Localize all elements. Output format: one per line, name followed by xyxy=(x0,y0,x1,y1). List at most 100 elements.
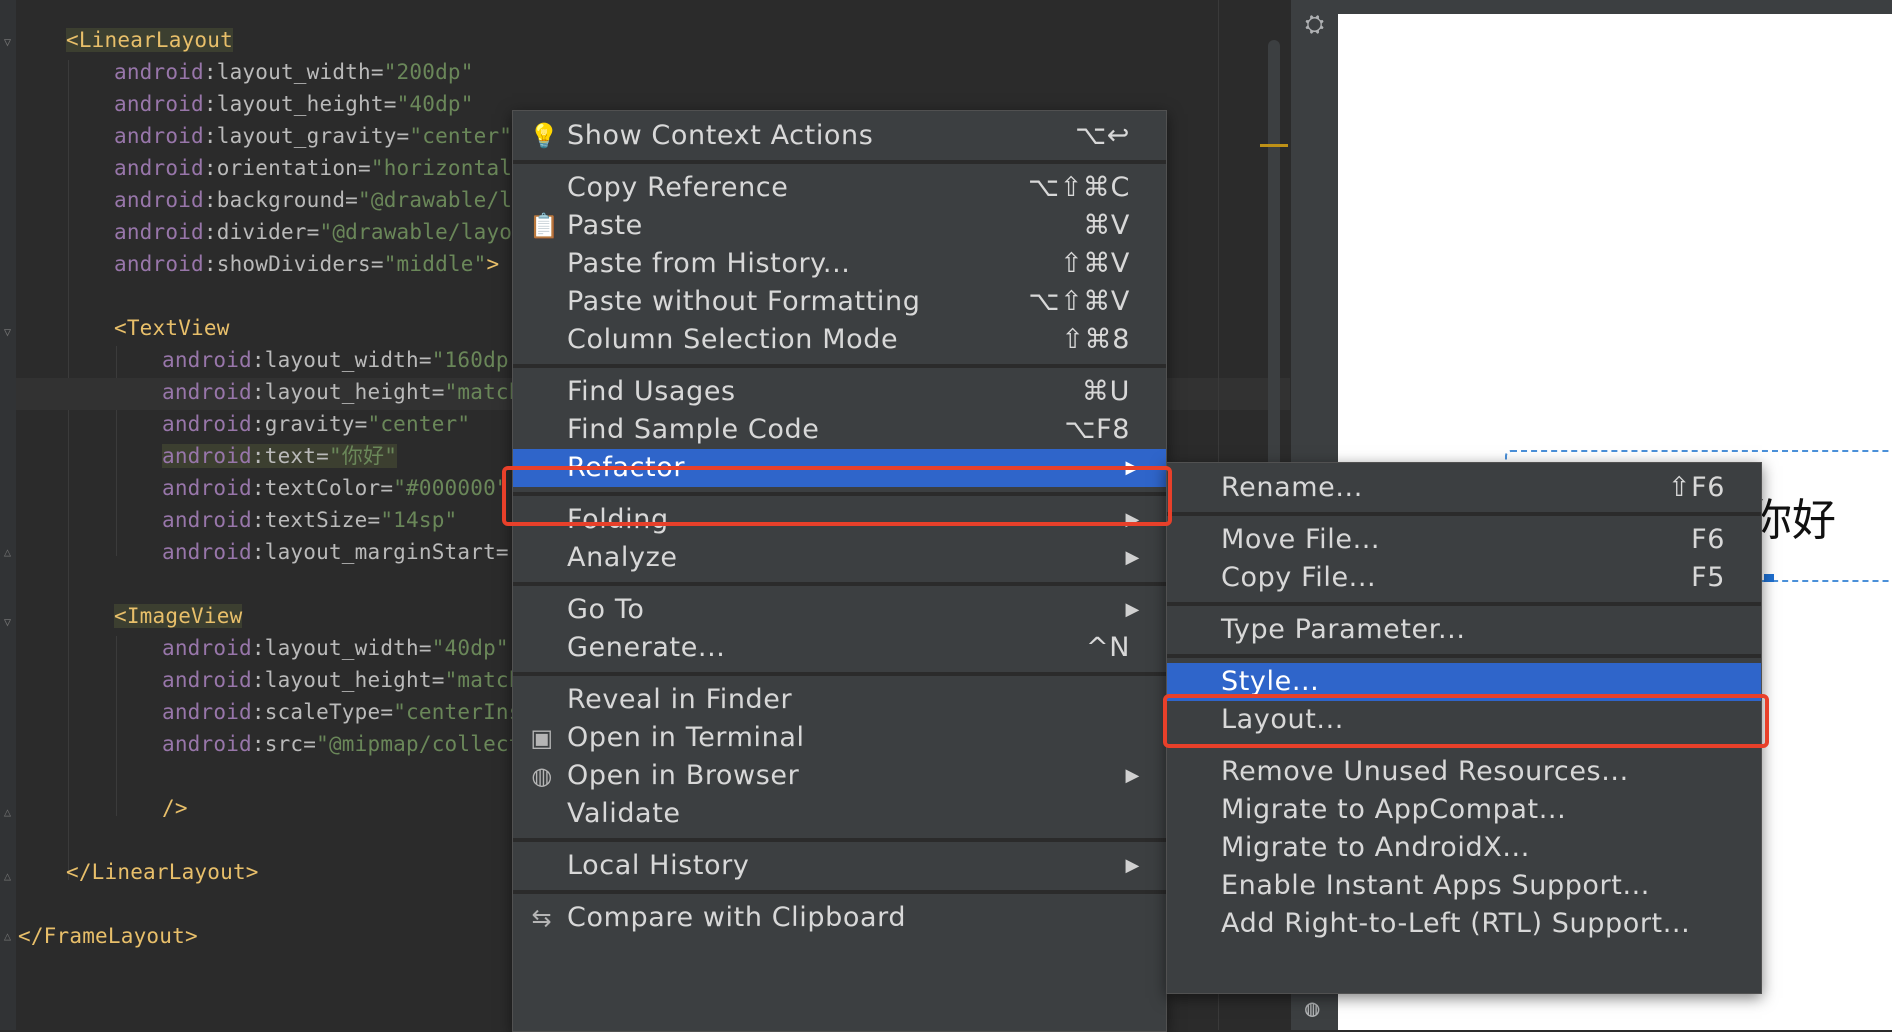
fold-marker-icon[interactable]: △ xyxy=(1,546,14,559)
menu-item-local-history[interactable]: Local History ▶ xyxy=(513,847,1166,885)
globe-icon[interactable]: ◍ xyxy=(1305,994,1319,1022)
code-line[interactable]: </FrameLayout> xyxy=(18,920,198,952)
code-token: :layout_width= xyxy=(251,636,432,660)
code-line[interactable]: android:textSize="14sp" xyxy=(162,504,457,536)
compare-clipboard-icon: ⇆ xyxy=(531,904,553,932)
code-line[interactable]: </LinearLayout> xyxy=(66,856,259,888)
code-line[interactable]: android:layout_height="40dp" xyxy=(114,88,474,120)
menu-item-folding[interactable]: Folding ▶ xyxy=(513,501,1166,539)
fold-marker-icon[interactable]: ▽ xyxy=(1,326,14,339)
code-token: android xyxy=(162,444,252,468)
menu-item-type-parameter[interactable]: Type Parameter... xyxy=(1167,611,1761,649)
code-line[interactable]: android:layout_height="match_ xyxy=(162,376,534,408)
preview-toolbar xyxy=(1338,0,1892,14)
code-line[interactable]: android:gravity="center" xyxy=(162,408,470,440)
code-line[interactable]: android:layout_marginStart="1 xyxy=(162,536,534,568)
menu-item-show-context-actions[interactable]: 💡 Show Context Actions ⌥↩ xyxy=(513,117,1166,155)
palette-icon[interactable]: ⛭ xyxy=(1305,10,1324,38)
code-line[interactable]: android:layout_gravity="center" xyxy=(114,120,512,152)
code-token: :gravity= xyxy=(251,412,368,436)
code-line[interactable]: android:orientation="horizontal" xyxy=(114,152,525,184)
fold-marker-icon[interactable]: ▽ xyxy=(1,36,14,49)
code-line[interactable]: android:text="你好" xyxy=(162,440,398,472)
code-line[interactable]: android:textColor="#000000" xyxy=(162,472,509,504)
menu-item-copy-reference[interactable]: Copy Reference ⌥⇧⌘C xyxy=(513,169,1166,207)
code-line[interactable]: android:layout_width="200dp" xyxy=(114,56,474,88)
menu-item-label: Compare with Clipboard xyxy=(567,902,907,933)
code-line[interactable]: <TextView xyxy=(114,312,230,344)
code-line[interactable]: android:layout_height="match_ xyxy=(162,664,534,696)
menu-item-compare-with-clipboard[interactable]: ⇆ Compare with Clipboard xyxy=(513,899,1166,937)
fold-marker-icon[interactable]: △ xyxy=(1,930,14,943)
code-line[interactable]: /> xyxy=(162,792,188,824)
menu-item-shortcut: ⌘U xyxy=(1082,376,1130,407)
menu-item-generate[interactable]: Generate... ^N xyxy=(513,629,1166,667)
menu-item-remove-unused-resources[interactable]: Remove Unused Resources... xyxy=(1167,753,1761,791)
menu-item-label: Copy File... xyxy=(1221,562,1377,593)
menu-item-open-in-browser[interactable]: ◍ Open in Browser ▶ xyxy=(513,757,1166,795)
fold-marker-icon[interactable]: ▽ xyxy=(1,616,14,629)
resize-handle[interactable] xyxy=(1764,574,1774,582)
code-token: android xyxy=(114,92,204,116)
code-token: "14sp" xyxy=(380,508,458,532)
menu-separator xyxy=(513,582,1166,586)
menu-item-label: Reveal in Finder xyxy=(567,684,793,715)
menu-item-style[interactable]: Style... xyxy=(1167,663,1761,701)
menu-item-column-selection-mode[interactable]: Column Selection Mode ⇧⌘8 xyxy=(513,321,1166,359)
code-line[interactable]: android:layout_width="160dp" xyxy=(162,344,522,376)
menu-item-find-usages[interactable]: Find Usages ⌘U xyxy=(513,373,1166,411)
menu-item-enable-instant-apps-support[interactable]: Enable Instant Apps Support... xyxy=(1167,867,1761,905)
code-line[interactable]: <LinearLayout xyxy=(66,24,233,56)
menu-item-validate[interactable]: Validate xyxy=(513,795,1166,833)
lightbulb-icon: 💡 xyxy=(529,122,560,150)
menu-item-label: Open in Browser xyxy=(567,760,800,791)
menu-item-rename[interactable]: Rename... ⇧F6 xyxy=(1167,469,1761,507)
menu-item-analyze[interactable]: Analyze ▶ xyxy=(513,539,1166,577)
menu-item-label: Rename... xyxy=(1221,472,1363,503)
code-token: > xyxy=(486,252,500,276)
menu-item-label: Add Right-to-Left (RTL) Support... xyxy=(1221,908,1691,939)
menu-item-add-right-to-left-rtl-support[interactable]: Add Right-to-Left (RTL) Support... xyxy=(1167,905,1761,943)
menu-item-paste-without-formatting[interactable]: Paste without Formatting ⌥⇧⌘V xyxy=(513,283,1166,321)
menu-item-shortcut: ⇧F6 xyxy=(1667,472,1725,503)
fold-marker-icon[interactable]: △ xyxy=(1,806,14,819)
menu-item-label: Copy Reference xyxy=(567,172,789,203)
menu-item-label: Migrate to AndroidX... xyxy=(1221,832,1530,863)
menu-item-paste-from-history[interactable]: Paste from History... ⇧⌘V xyxy=(513,245,1166,283)
code-line[interactable]: android:scaleType="centerInsi xyxy=(162,696,534,728)
menu-item-migrate-to-appcompat[interactable]: Migrate to AppCompat... xyxy=(1167,791,1761,829)
editor-scrollbar[interactable] xyxy=(1268,40,1280,480)
code-line[interactable]: android:divider="@drawable/layout xyxy=(114,216,538,248)
menu-item-move-file[interactable]: Move File... F6 xyxy=(1167,521,1761,559)
code-line[interactable]: android:layout_width="40dp" xyxy=(162,632,509,664)
menu-item-open-in-terminal[interactable]: ▣ Open in Terminal xyxy=(513,719,1166,757)
code-token: android xyxy=(114,124,204,148)
menu-item-layout[interactable]: Layout... xyxy=(1167,701,1761,739)
warning-marker[interactable] xyxy=(1260,144,1288,147)
code-token: "你好" xyxy=(328,444,398,468)
code-token: :showDividers= xyxy=(203,252,384,276)
menu-item-label: Paste xyxy=(567,210,643,241)
menu-item-copy-file[interactable]: Copy File... F5 xyxy=(1167,559,1761,597)
menu-item-paste[interactable]: 📋 Paste ⌘V xyxy=(513,207,1166,245)
code-line[interactable]: <ImageView xyxy=(114,600,243,632)
code-token: android xyxy=(162,732,252,756)
menu-item-refactor[interactable]: Refactor ▶ xyxy=(513,449,1166,487)
code-token: "40dp" xyxy=(396,92,474,116)
menu-separator xyxy=(1167,654,1761,658)
code-token: android xyxy=(162,540,252,564)
menu-item-reveal-in-finder[interactable]: Reveal in Finder xyxy=(513,681,1166,719)
menu-item-label: Enable Instant Apps Support... xyxy=(1221,870,1650,901)
code-token: :layout_width= xyxy=(251,348,432,372)
code-line[interactable]: android:src="@mipmap/collecti xyxy=(162,728,534,760)
fold-marker-icon[interactable]: △ xyxy=(1,870,14,883)
menu-item-go-to[interactable]: Go To ▶ xyxy=(513,591,1166,629)
menu-item-find-sample-code[interactable]: Find Sample Code ⌥F8 xyxy=(513,411,1166,449)
menu-item-label: Refactor xyxy=(567,452,686,483)
menu-item-migrate-to-androidx[interactable]: Migrate to AndroidX... xyxy=(1167,829,1761,867)
code-token: "160dp" xyxy=(431,348,522,372)
menu-item-shortcut: F6 xyxy=(1691,524,1725,555)
code-line[interactable]: android:showDividers="middle"> xyxy=(114,248,499,280)
code-line[interactable]: android:background="@drawable/lay xyxy=(114,184,538,216)
menu-item-label: Paste from History... xyxy=(567,248,851,279)
